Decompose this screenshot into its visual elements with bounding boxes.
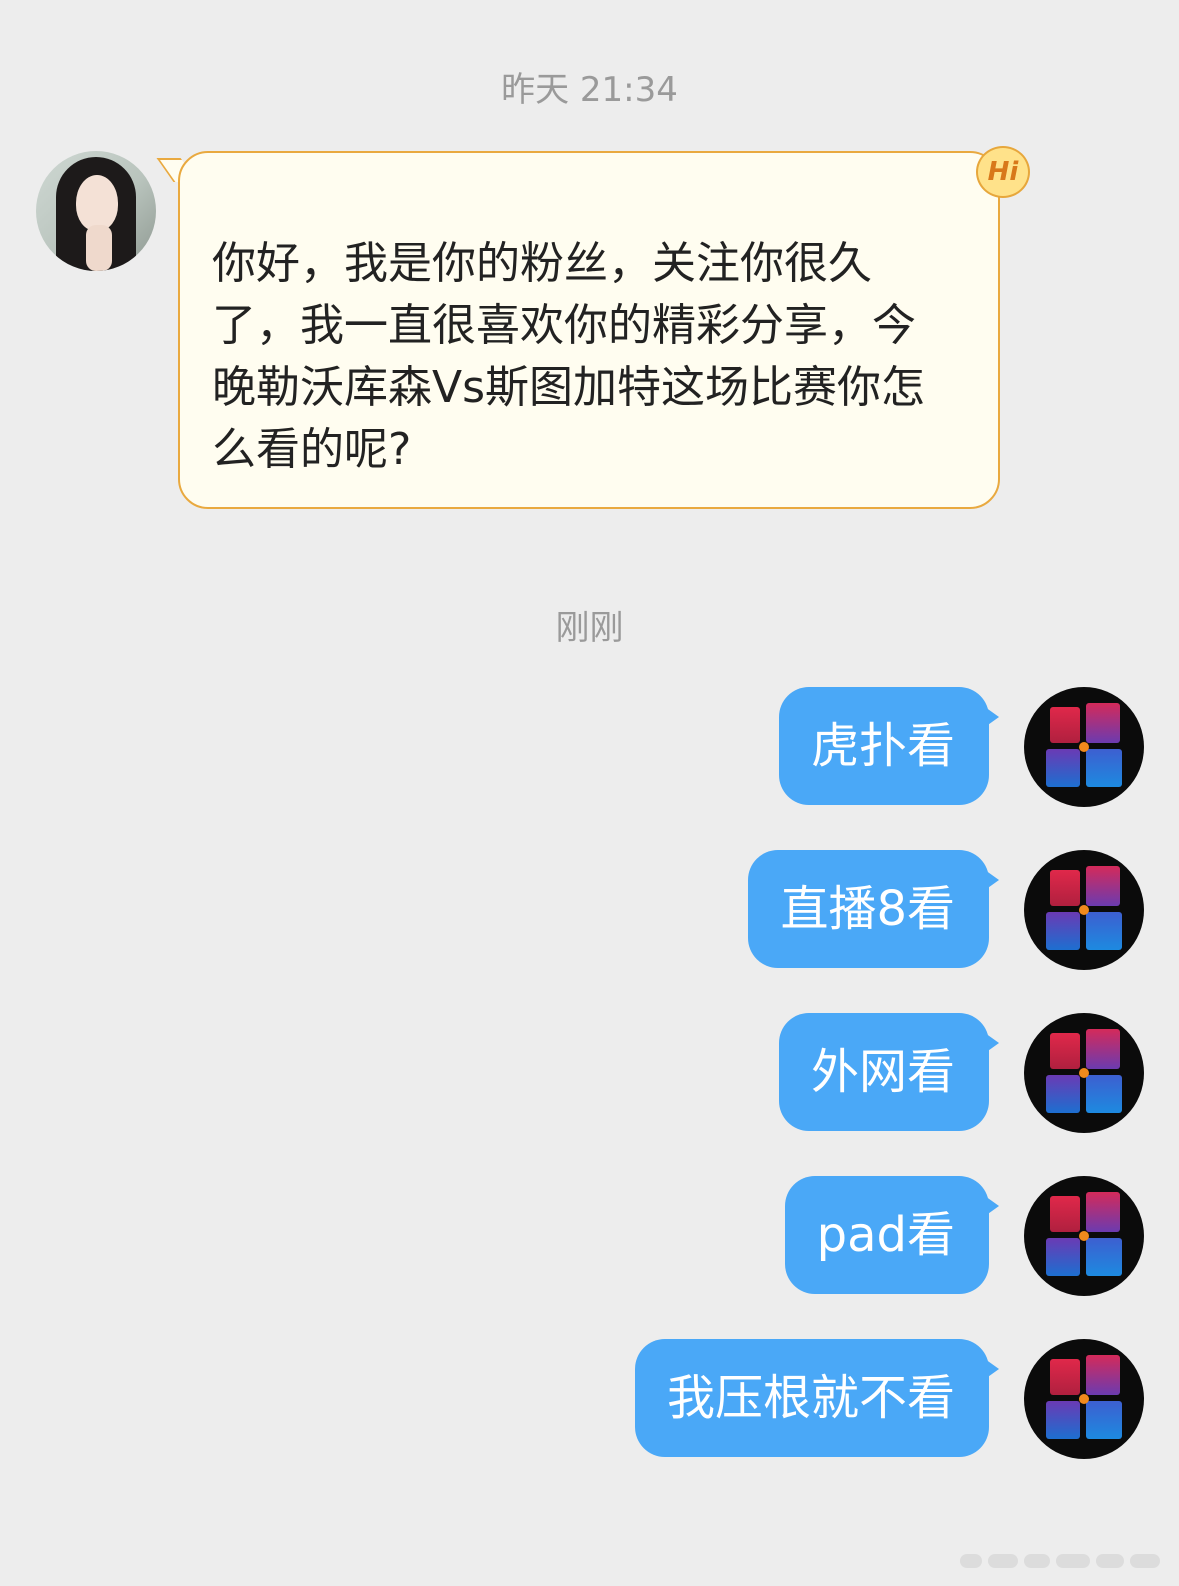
outgoing-message-text: pad看 bbox=[816, 1207, 955, 1263]
incoming-message-text: 你好，我是你的粉丝，关注你很久了，我一直很喜欢你的精彩分享，今晚勒沃库森Vs斯图… bbox=[212, 238, 926, 475]
team-logo-avatar-icon[interactable] bbox=[1024, 1176, 1144, 1296]
outgoing-message-bubble[interactable]: 外网看 bbox=[778, 1013, 1000, 1131]
outgoing-message-text: 外网看 bbox=[810, 1044, 955, 1100]
team-logo-avatar-icon[interactable] bbox=[1024, 850, 1144, 970]
team-logo-avatar-icon[interactable] bbox=[1024, 687, 1144, 807]
outgoing-message-bubble[interactable]: 直播8看 bbox=[748, 850, 999, 968]
outgoing-message-text: 虎扑看 bbox=[810, 718, 955, 774]
hi-badge-icon: Hi bbox=[976, 146, 1030, 198]
outgoing-message-bubble[interactable]: 我压根就不看 bbox=[634, 1339, 1000, 1457]
team-logo-avatar-icon[interactable] bbox=[1024, 1013, 1144, 1133]
outgoing-message-text: 直播8看 bbox=[780, 881, 955, 937]
team-logo-avatar-icon[interactable] bbox=[1024, 1339, 1144, 1459]
timestamp-yesterday: 昨天 21:34 bbox=[501, 70, 678, 110]
outgoing-message-bubble[interactable]: 虎扑看 bbox=[778, 687, 1000, 805]
watermark-decoration bbox=[960, 1551, 1160, 1571]
sender-avatar-icon[interactable] bbox=[36, 151, 156, 271]
incoming-message-bubble[interactable]: 你好，我是你的粉丝，关注你很久了，我一直很喜欢你的精彩分享，今晚勒沃库森Vs斯图… bbox=[178, 151, 1000, 509]
outgoing-message-bubble[interactable]: pad看 bbox=[784, 1176, 1000, 1294]
timestamp-just-now: 刚刚 bbox=[555, 608, 624, 648]
outgoing-message-text: 我压根就不看 bbox=[666, 1370, 955, 1426]
